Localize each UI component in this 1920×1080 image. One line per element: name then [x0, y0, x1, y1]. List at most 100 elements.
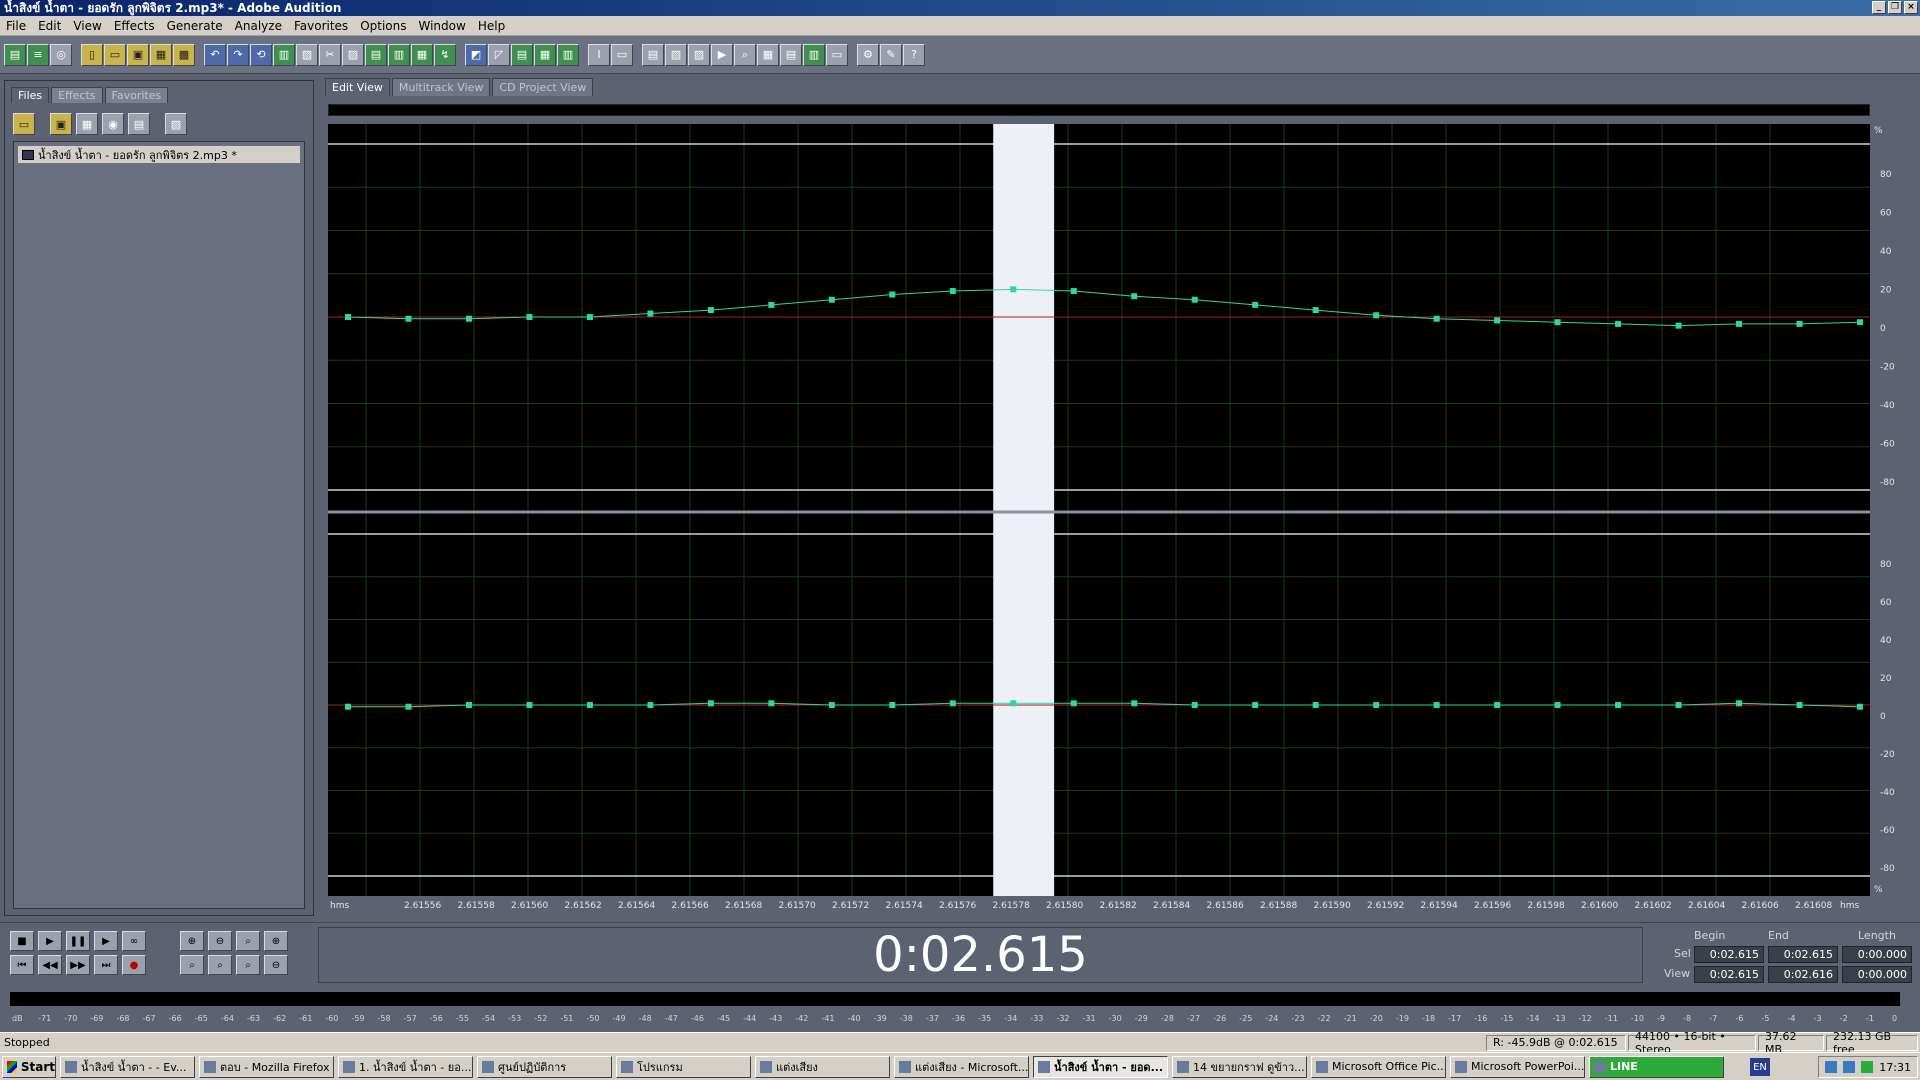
help-icon[interactable]: ?	[903, 43, 925, 66]
menu-generate[interactable]: Generate	[161, 19, 229, 33]
fast-forward-button[interactable]: ▶▶	[66, 955, 90, 975]
open-file-icon[interactable]: ▭	[13, 113, 35, 135]
tab-edit-view[interactable]: Edit View	[325, 78, 390, 96]
copy-to-new-icon[interactable]: ▧	[296, 43, 318, 66]
rewind-button[interactable]: ◀◀	[38, 955, 62, 975]
menu-favorites[interactable]: Favorites	[288, 19, 354, 33]
taskbar-item[interactable]: น้ำสิงข์ น้ำตา - ยอด...	[1033, 1055, 1168, 1078]
language-indicator[interactable]: EN	[1750, 1058, 1770, 1076]
go-to-beginning-button[interactable]: ⏮	[10, 955, 34, 975]
loop-button[interactable]: ∞	[122, 931, 146, 951]
tray-volume-icon[interactable]	[1843, 1061, 1856, 1073]
tab-favorites[interactable]: Favorites	[104, 87, 169, 103]
insert-multitrack-icon[interactable]: ▤	[128, 113, 150, 135]
context-help-icon[interactable]: ✎	[880, 43, 902, 66]
trim-icon[interactable]: ▦	[411, 43, 433, 66]
tab-effects[interactable]: Effects	[51, 87, 103, 103]
zoom-out-vertical-icon[interactable]: ⊖	[264, 955, 288, 975]
overview-scrollbar[interactable]	[328, 104, 1870, 116]
waveform-canvas[interactable]	[328, 124, 1870, 896]
menu-options[interactable]: Options	[354, 19, 412, 33]
frequency-analysis-icon[interactable]: ▤	[642, 43, 664, 66]
taskbar-item[interactable]: น้ำสิงข์ น้ำตา - - Ev...	[60, 1055, 195, 1078]
play-to-end-button[interactable]: ▶	[94, 931, 118, 951]
taskbar-item[interactable]: แต่งเสียง - Microsoft...	[894, 1055, 1029, 1078]
status-bar-icon[interactable]: ▭	[826, 43, 848, 66]
start-button[interactable]: Start	[2, 1055, 56, 1078]
pan-view-icon[interactable]: ▦	[534, 43, 556, 66]
tab-cd-project-view[interactable]: CD Project View	[492, 78, 594, 96]
menu-edit[interactable]: Edit	[32, 19, 67, 33]
taskbar-item[interactable]: ตอบ - Mozilla Firefox	[199, 1055, 334, 1078]
close-button[interactable]: ×	[1904, 1, 1918, 14]
menu-effects[interactable]: Effects	[108, 19, 161, 33]
restore-button[interactable]: ❐	[1888, 1, 1902, 14]
spectral-view-icon[interactable]: ◩	[465, 43, 487, 66]
play-button[interactable]: ▶	[38, 931, 62, 951]
cut-icon[interactable]: ✂	[319, 43, 341, 66]
pause-button[interactable]: ❚❚	[66, 931, 90, 951]
cd-view-icon[interactable]: ◎	[50, 43, 72, 66]
zoom-in-icon[interactable]: ⊕	[180, 931, 204, 951]
zoom-full-icon[interactable]: ⌕	[236, 931, 260, 951]
menu-view[interactable]: View	[67, 19, 107, 33]
mix-paste-icon[interactable]: ▥	[388, 43, 410, 66]
edit-view-icon[interactable]: ▤	[4, 43, 26, 66]
waveform-display[interactable]	[328, 124, 1870, 896]
markers-icon[interactable]: ▨	[688, 43, 710, 66]
zoom-in-vertical-icon[interactable]: ⊕	[264, 931, 288, 951]
save-as-icon[interactable]: ▦	[150, 43, 172, 66]
redo-icon[interactable]: ↷	[227, 43, 249, 66]
taskbar-item[interactable]: โปรแกรม	[616, 1055, 751, 1078]
new-file-icon[interactable]: ▯	[81, 43, 103, 66]
tab-files[interactable]: Files	[11, 87, 50, 103]
save-all-icon[interactable]: ▩	[173, 43, 195, 66]
sel-length-field[interactable]: 0:00.000	[1842, 946, 1912, 963]
repeat-icon[interactable]: ⟲	[250, 43, 272, 66]
taskbar-item[interactable]: ศูนย์ปฏิบัติการ	[477, 1055, 612, 1078]
tab-multitrack-view[interactable]: Multitrack View	[391, 78, 491, 96]
time-panel-icon[interactable]: ▦	[757, 43, 779, 66]
zoom-right-icon[interactable]: ⌕	[236, 955, 260, 975]
go-to-end-button[interactable]: ⏭	[94, 955, 118, 975]
play-file-icon[interactable]: ◉	[102, 113, 124, 135]
view-end-field[interactable]: 0:02.616	[1768, 966, 1838, 983]
taskbar-item[interactable]: Microsoft Office Pic...	[1311, 1055, 1446, 1078]
tray-network-icon[interactable]	[1825, 1061, 1838, 1073]
spectral-pitch-icon[interactable]: ▤	[511, 43, 533, 66]
taskbar-item[interactable]: Microsoft PowerPoi...	[1450, 1055, 1585, 1078]
record-button[interactable]: ●	[122, 955, 146, 975]
minimize-button[interactable]: _	[1872, 1, 1886, 14]
paste-new-icon[interactable]: ▤	[365, 43, 387, 66]
sel-end-field[interactable]: 0:02.615	[1768, 946, 1838, 963]
taskbar-item[interactable]: 1. น้ำสิงข์ น้ำตา - ยอ...	[338, 1055, 473, 1078]
view-begin-field[interactable]: 0:02.615	[1694, 966, 1764, 983]
play-panel-icon[interactable]: ▶	[711, 43, 733, 66]
view-length-field[interactable]: 0:00.000	[1842, 966, 1912, 983]
undo-icon[interactable]: ↶	[204, 43, 226, 66]
info-icon[interactable]: ▧	[665, 43, 687, 66]
close-file-icon[interactable]: ▦	[76, 113, 98, 135]
copy-icon[interactable]: ▥	[273, 43, 295, 66]
taskbar-item[interactable]: แต่งเสียง	[755, 1055, 890, 1078]
stop-button[interactable]: ■	[10, 931, 34, 951]
taskbar-item[interactable]: LINE	[1589, 1055, 1724, 1078]
tray-line-icon[interactable]	[1861, 1061, 1874, 1073]
menu-window[interactable]: Window	[413, 19, 472, 33]
zoom-out-icon[interactable]: ⊖	[208, 931, 232, 951]
file-options-icon[interactable]: ▧	[165, 113, 187, 135]
sel-begin-field[interactable]: 0:02.615	[1694, 946, 1764, 963]
paste-icon[interactable]: ▨	[342, 43, 364, 66]
open-file-icon[interactable]: ▭	[104, 43, 126, 66]
waveform-view-icon[interactable]: ◸	[488, 43, 510, 66]
list-item[interactable]: น้ำสิงข์ น้ำตา - ยอดรัก ลูกพิจิตร 2.mp3 …	[18, 146, 300, 163]
save-icon[interactable]: ▣	[127, 43, 149, 66]
delete-silence-icon[interactable]: ↯	[434, 43, 456, 66]
menu-analyze[interactable]: Analyze	[229, 19, 288, 33]
multitrack-view-icon[interactable]: ≡	[27, 43, 49, 66]
settings-icon[interactable]: ⚙	[857, 43, 879, 66]
taskbar-item[interactable]: 14 ขยายกราฟ ดูข้าว...	[1172, 1055, 1307, 1078]
marquee-tool-icon[interactable]: ▭	[611, 43, 633, 66]
level-meters-icon[interactable]: ▥	[803, 43, 825, 66]
zoom-selection-icon[interactable]: ⌕	[180, 955, 204, 975]
